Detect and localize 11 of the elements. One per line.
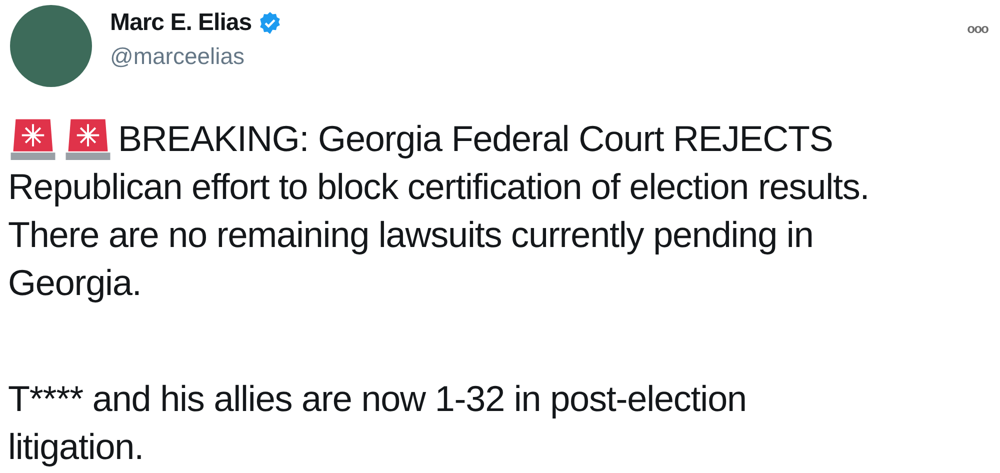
tweet-text-line: Republican effort to block certification of election results. bbox=[8, 165, 870, 209]
tweet-text-line: BREAKING: Georgia Federal Court REJECTS bbox=[118, 117, 833, 161]
author-name[interactable]: Marc E. Elias bbox=[110, 9, 252, 37]
siren-icon bbox=[63, 118, 113, 160]
tweet-text-line: There are no remaining lawsuits currently pending in bbox=[8, 213, 814, 257]
siren-icon bbox=[8, 118, 58, 160]
author-handle[interactable]: @marceelias bbox=[110, 43, 282, 70]
tweet-text-line: Georgia. bbox=[8, 261, 142, 305]
tweet-text-line: litigation. bbox=[8, 425, 144, 469]
tweet-text-line: T**** and his allies are now 1-32 in post-election bbox=[8, 377, 746, 421]
more-options-button[interactable]: ooo bbox=[963, 21, 992, 36]
